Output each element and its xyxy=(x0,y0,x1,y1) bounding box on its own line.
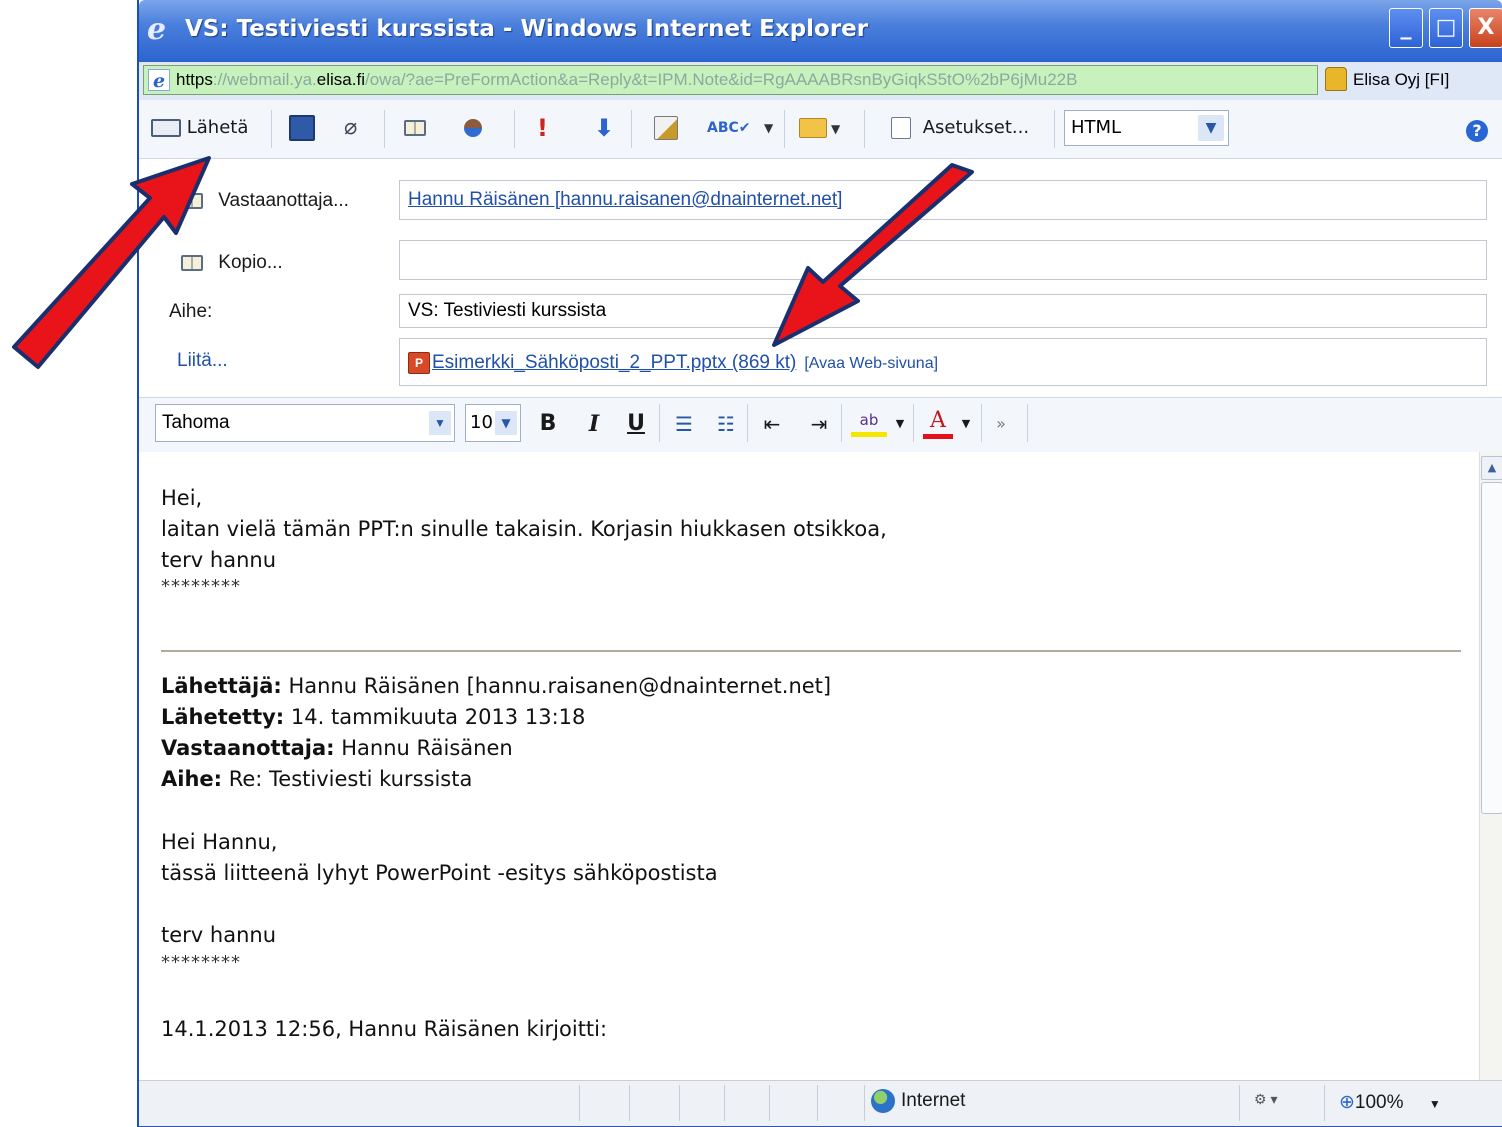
annotation-arrow-send xyxy=(12,156,211,369)
annotation-arrow-attachment xyxy=(772,163,974,347)
annotation-arrows xyxy=(12,156,974,369)
